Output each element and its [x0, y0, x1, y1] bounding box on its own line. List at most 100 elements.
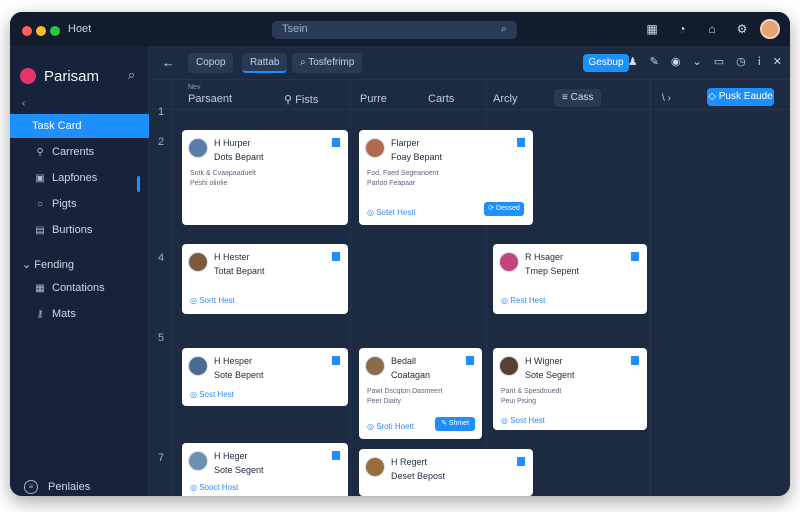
sidebar-item-label: Lapfones: [52, 172, 98, 184]
card-detail: Sotk & Cvaapaaduelt: [190, 170, 256, 177]
column-nav-icon[interactable]: \ ›: [662, 93, 671, 104]
avatar: [365, 356, 385, 376]
task-card[interactable]: H Wigner Sote Segent Pant & Spesdouedt P…: [493, 348, 647, 430]
card-link[interactable]: ◎ Sost Hest: [190, 390, 234, 399]
globe-icon[interactable]: ◉: [671, 55, 681, 68]
key-icon: ⚷: [36, 308, 44, 320]
sidebar-scroll-indicator[interactable]: [137, 176, 140, 192]
user-avatar[interactable]: [760, 19, 780, 39]
sort-button[interactable]: ≡ Cass: [554, 89, 602, 107]
close-window-button[interactable]: [22, 26, 32, 36]
tab-copop[interactable]: Copop: [188, 53, 234, 73]
avatar: [188, 451, 208, 471]
avatar: [365, 457, 385, 477]
card-name: R Hsager: [525, 252, 564, 262]
card-name: Flarper: [391, 138, 420, 148]
info-icon[interactable]: ⅰ: [758, 55, 761, 68]
card-detail: Fod, Faed Segeanoent: [367, 170, 439, 177]
bell-icon[interactable]: ⌂: [704, 21, 720, 37]
card-link-label: Sost Hest: [199, 390, 234, 399]
sidebar-item-contations[interactable]: ▦ Contations: [10, 276, 149, 300]
sidebar-item-label: Mats: [52, 308, 76, 320]
pen-icon[interactable]: ✎: [650, 55, 659, 68]
timer-icon[interactable]: ◷: [736, 55, 746, 68]
bookmark-icon[interactable]: [631, 252, 639, 261]
app-window: Hoet Tsein ⌕ ▦ ◔ ⌂ ⚙ Parisam ⌕ ‹ Task Ca…: [10, 12, 790, 496]
task-card[interactable]: H Hesper Sote Bepent ◎ Sost Hest: [182, 348, 348, 406]
minimize-window-button[interactable]: [36, 26, 46, 36]
card-link[interactable]: ◎ Sroti Hoett: [367, 422, 414, 431]
card-button-label: Dessed: [496, 205, 520, 212]
calendar-icon[interactable]: ▦: [644, 21, 660, 37]
collapse-chevron-icon[interactable]: ‹: [22, 98, 25, 109]
bookmark-icon[interactable]: [631, 356, 639, 365]
card-role: Dots Bepant: [214, 152, 264, 162]
bookmark-icon[interactable]: [517, 138, 525, 147]
task-card[interactable]: Bedall Coatagan Pawt Dscqton Dasmeert Pe…: [359, 348, 482, 439]
sidebar-footer-item[interactable]: ≡ Penlaies: [24, 480, 90, 494]
task-card[interactable]: H Hester Totat Bepant ◎ Sortt Hest: [182, 244, 348, 314]
sidebar-item-label: Contations: [52, 282, 105, 294]
sidebar-group-header[interactable]: ⌄ Fending: [22, 258, 74, 271]
maximize-window-button[interactable]: [50, 26, 60, 36]
sidebar-item-label: Carrents: [52, 146, 95, 158]
grid-icon: ▤: [35, 224, 45, 236]
column-header-purre[interactable]: Purre: [360, 93, 387, 105]
card-name: Bedall: [391, 356, 417, 366]
sidebar-item-burtions[interactable]: ▤ Burtions: [10, 218, 149, 242]
sidebar-item-label: Pigts: [52, 198, 77, 210]
task-card[interactable]: H Heger Sote Segent ◎ Sooct Host: [182, 443, 348, 496]
card-name: H Heger: [214, 451, 248, 461]
column-header-arcly[interactable]: Arcly: [493, 93, 517, 105]
bookmark-icon[interactable]: [466, 356, 474, 365]
card-link-label: Sortt Hest: [199, 296, 235, 305]
back-arrow-icon[interactable]: ←: [162, 55, 175, 70]
notification-icon[interactable]: ◔: [674, 21, 690, 37]
search-placeholder: Tsein: [282, 23, 308, 35]
tab-rattab[interactable]: Rattab: [242, 53, 288, 73]
grid-line: [350, 80, 351, 496]
card-name: H Hurper: [214, 138, 251, 148]
bookmark-icon[interactable]: [332, 252, 340, 261]
global-search-input[interactable]: Tsein ⌕: [272, 21, 517, 39]
add-action-label: Pusk Eaude: [718, 91, 773, 102]
card-action-button[interactable]: ✎ Shmet: [435, 417, 475, 431]
card-link[interactable]: ◎ Sooct Host: [190, 483, 238, 492]
add-action-button[interactable]: ◇ Pusk Eaude: [707, 88, 774, 106]
bookmark-icon[interactable]: [332, 356, 340, 365]
tab-tosfefrimp[interactable]: ⌕ Tosfefrimp: [292, 53, 363, 73]
brand: Parisam: [20, 66, 99, 86]
card-action-button[interactable]: ⟳ Dessed: [484, 202, 524, 216]
column-header-parsaent[interactable]: Parsaent: [188, 93, 232, 105]
sidebar-item-carrents[interactable]: ⚲ Carrents: [10, 140, 149, 164]
tab-label: Tosfefrimp: [308, 57, 355, 68]
sidebar-item-mats[interactable]: ⚷ Mats: [10, 302, 149, 326]
chevron-down-icon[interactable]: ⌄: [692, 55, 701, 68]
column-header-carts[interactable]: Carts: [428, 93, 454, 105]
card-link[interactable]: ◎ Sost Hest: [501, 416, 545, 425]
sidebar-item-lapfones[interactable]: ▣ Lapfones: [10, 166, 149, 190]
sidebar-search-icon[interactable]: ⌕: [128, 67, 135, 83]
task-card[interactable]: H Regert Deset Bepost: [359, 449, 533, 496]
bookmark-icon[interactable]: [517, 457, 525, 466]
close-icon[interactable]: ✕: [773, 55, 782, 68]
sidebar-item-pigts[interactable]: ○ Pigts: [10, 192, 149, 216]
card-link-label: Sost Hest: [510, 416, 545, 425]
settings-icon[interactable]: ⚙: [734, 21, 750, 37]
primary-button[interactable]: Gesbup: [583, 54, 629, 72]
card-link-label: Sotet Hesti: [376, 208, 416, 217]
document-icon[interactable]: ▭: [714, 55, 724, 68]
card-detail: Pant & Spesdouedt: [501, 388, 562, 395]
task-card[interactable]: H Hurper Dots Bepant Sotk & Cvaapaaduelt…: [182, 130, 348, 225]
card-link[interactable]: ◎ Sotet Hesti: [367, 208, 415, 217]
task-card[interactable]: Flarper Foay Bepant Fod, Faed Segeanoent…: [359, 130, 533, 225]
bookmark-icon[interactable]: [332, 138, 340, 147]
task-card[interactable]: R Hsager Tmep Sepent ◎ Rest Hest: [493, 244, 647, 314]
card-link[interactable]: ◎ Sortt Hest: [190, 296, 235, 305]
column-header-fists[interactable]: ⚲ Fists: [284, 93, 318, 106]
sidebar-item-task-card[interactable]: Task Card: [10, 114, 149, 138]
card-link[interactable]: ◎ Rest Hest: [501, 296, 545, 305]
user-icon[interactable]: ♟: [628, 55, 638, 68]
bookmark-icon[interactable]: [332, 451, 340, 460]
card-button-label: Shmet: [448, 420, 470, 427]
